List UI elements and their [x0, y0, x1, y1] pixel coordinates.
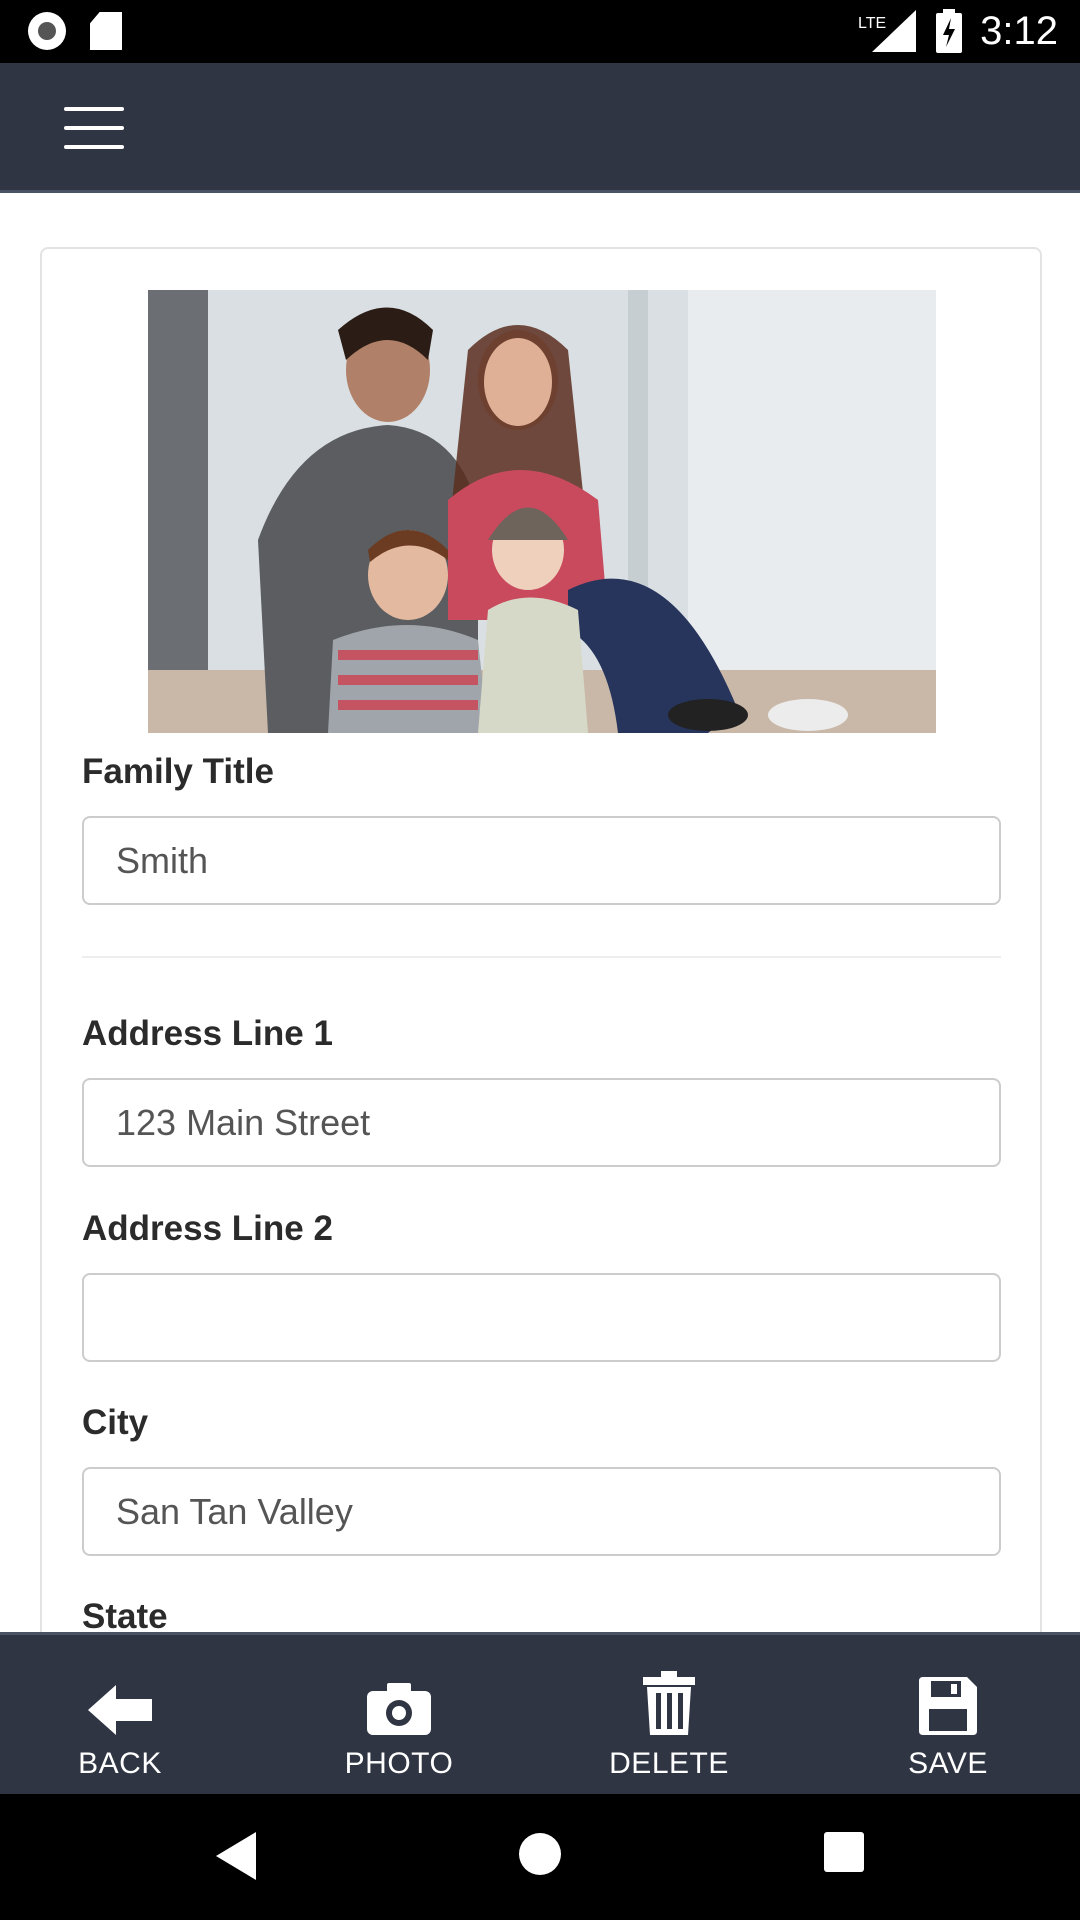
- delete-button-label: DELETE: [609, 1747, 729, 1780]
- sd-card-icon: [90, 12, 122, 50]
- app-bar: [0, 63, 1080, 193]
- family-edit-card: Family Title Smith Address Line 1 123 Ma…: [40, 247, 1042, 1647]
- family-photo-image: [148, 290, 936, 733]
- photo-button-label: PHOTO: [344, 1747, 454, 1780]
- city-input[interactable]: San Tan Valley: [82, 1467, 1001, 1556]
- save-button-label: SAVE: [908, 1747, 988, 1780]
- trash-icon: [643, 1671, 695, 1735]
- photo-button[interactable]: PHOTO: [299, 1635, 499, 1797]
- divider: [82, 956, 1001, 958]
- system-nav-bar: [0, 1794, 1080, 1920]
- address-line-1-label: Address Line 1: [82, 1014, 333, 1053]
- camera-icon: [367, 1683, 431, 1735]
- status-bar: LTE 3:12: [0, 0, 1080, 63]
- state-label: State: [82, 1597, 168, 1636]
- city-label: City: [82, 1403, 149, 1442]
- family-title-label: Family Title: [82, 752, 274, 791]
- floppy-disk-icon: [919, 1677, 977, 1735]
- back-triangle-icon[interactable]: [216, 1832, 256, 1880]
- network-type-label: LTE: [858, 15, 886, 32]
- signal-icon: LTE: [858, 10, 917, 52]
- address-line-2-label: Address Line 2: [82, 1209, 333, 1248]
- address-line-1-input[interactable]: 123 Main Street: [82, 1078, 1001, 1167]
- back-arrow-icon: [88, 1685, 152, 1735]
- battery-charging-icon: [936, 9, 963, 53]
- family-title-input[interactable]: Smith: [82, 816, 1001, 905]
- back-button[interactable]: BACK: [20, 1635, 220, 1797]
- address-line-2-input[interactable]: [82, 1273, 1001, 1362]
- save-button[interactable]: SAVE: [848, 1635, 1048, 1797]
- hamburger-menu-icon[interactable]: [64, 107, 124, 149]
- back-button-label: BACK: [78, 1747, 162, 1780]
- delete-button[interactable]: DELETE: [569, 1635, 769, 1797]
- recents-square-icon[interactable]: [824, 1832, 864, 1872]
- record-icon: [28, 12, 66, 50]
- family-photo: [148, 290, 936, 733]
- clock: 3:12: [980, 8, 1058, 53]
- bottom-toolbar: BACK PHOTO DELETE SAVE: [0, 1632, 1080, 1794]
- home-circle-icon[interactable]: [518, 1832, 562, 1876]
